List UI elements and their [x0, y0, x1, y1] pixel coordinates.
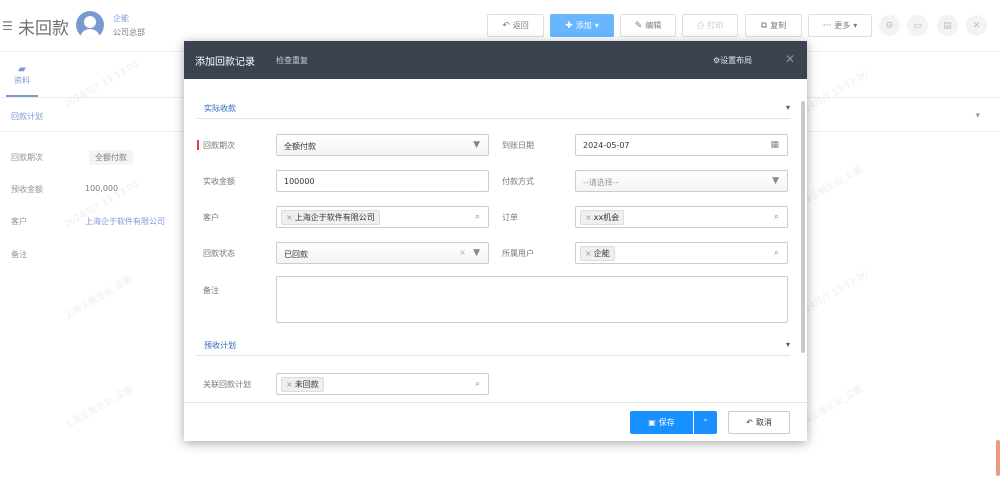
layout-settings-link[interactable]: ⚙设置布局 [713, 55, 752, 66]
cancel-button[interactable]: ↶ 取消 [728, 411, 790, 434]
customer-tag[interactable]: × 上海企于软件有限公司 [281, 210, 380, 225]
clear-icon[interactable]: × [459, 248, 466, 257]
check-duplicate-link[interactable]: 检查重复 [276, 55, 308, 66]
remove-icon[interactable]: × [286, 380, 293, 389]
close-icon[interactable]: ✕ [785, 52, 795, 66]
related-plan-lookup[interactable]: × 未回款 ⌕ [276, 373, 489, 395]
dialog-footer: ▣ 保存 ⌃ ↶ 取消 [184, 402, 807, 441]
caret-down-icon: ▾ [785, 340, 790, 349]
section-actual-payment[interactable]: 实际收款 ▾ [196, 95, 790, 119]
calendar-icon: ▦ [770, 140, 779, 150]
dialog-scrollbar[interactable] [801, 101, 805, 353]
dialog-title: 添加回款记录 [195, 57, 255, 68]
owner-tag[interactable]: × 企能 [580, 246, 615, 261]
search-icon[interactable]: ⌕ [475, 379, 480, 389]
related-plan-tag[interactable]: × 未回款 [281, 377, 324, 392]
chevron-down-icon: ▼ [473, 140, 480, 150]
save-dropdown-button[interactable]: ⌃ [694, 411, 717, 434]
amount-input[interactable]: 100000 [276, 170, 489, 192]
search-icon[interactable]: ⌕ [774, 212, 779, 222]
section-receivable-plan[interactable]: 预收计划 ▾ [196, 332, 790, 356]
save-button[interactable]: ▣ 保存 [630, 411, 693, 434]
remark-textarea[interactable] [276, 276, 788, 323]
required-marker [197, 140, 199, 150]
chevron-up-icon: ⌃ [702, 418, 709, 427]
search-icon[interactable]: ⌕ [475, 212, 480, 222]
customer-lookup[interactable]: × 上海企于软件有限公司 ⌕ [276, 206, 489, 228]
chevron-down-icon: ▼ [772, 176, 779, 186]
remove-icon[interactable]: × [286, 213, 293, 222]
caret-down-icon: ▾ [785, 103, 790, 112]
due-date-field[interactable]: 2024-05-07 ▦ [575, 134, 788, 156]
period-select[interactable]: 全额付款 ▼ [276, 134, 489, 156]
order-tag[interactable]: × xx机会 [580, 210, 625, 225]
status-select[interactable]: 已回款 × ▼ [276, 242, 489, 264]
remove-icon[interactable]: × [585, 213, 592, 222]
search-icon[interactable]: ⌕ [774, 248, 779, 258]
save-icon: ▣ [648, 418, 656, 427]
chevron-down-icon: ▼ [473, 248, 480, 258]
add-payment-dialog: 添加回款记录 检查重复 ⚙设置布局 ✕ 实际收款 ▾ 回款期次 全额付款 ▼ 到… [184, 41, 807, 441]
back-icon: ↶ [746, 418, 753, 427]
dialog-header: 添加回款记录 检查重复 ⚙设置布局 ✕ [184, 41, 807, 79]
owner-lookup[interactable]: × 企能 ⌕ [575, 242, 788, 264]
order-lookup[interactable]: × xx机会 ⌕ [575, 206, 788, 228]
pay-method-select[interactable]: --请选择-- ▼ [575, 170, 788, 192]
remove-icon[interactable]: × [585, 249, 592, 258]
